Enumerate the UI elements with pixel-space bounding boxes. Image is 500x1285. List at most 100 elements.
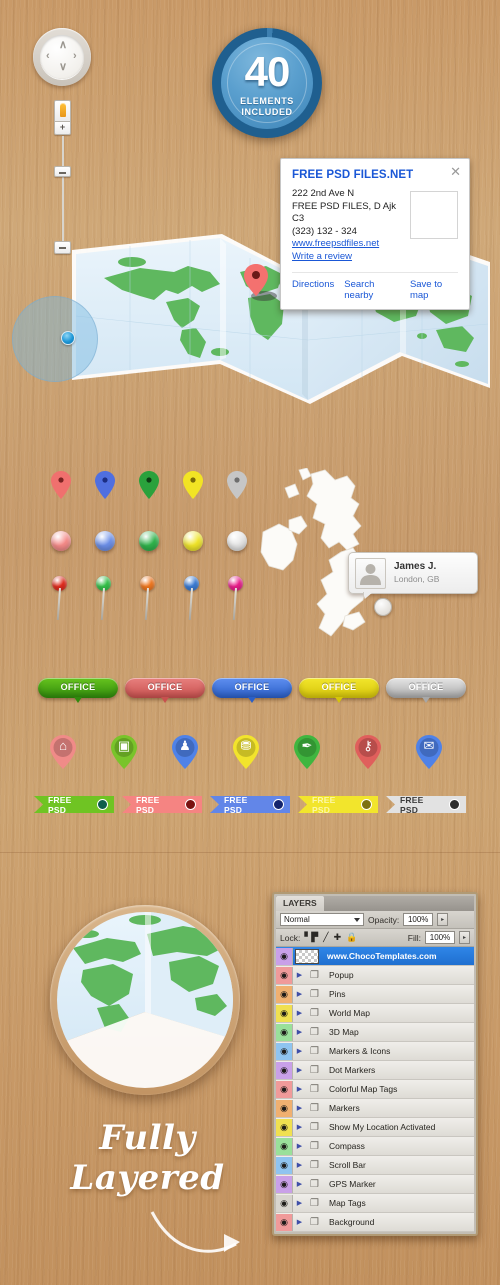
compass-down-icon[interactable]: ∨ bbox=[59, 62, 67, 73]
eye-icon[interactable]: ◉ bbox=[276, 1080, 293, 1098]
marker-user[interactable]: ♟ bbox=[170, 734, 200, 770]
psd-tag-knob-icon[interactable] bbox=[449, 799, 460, 810]
search-nearby-link[interactable]: Search nearby bbox=[344, 279, 400, 301]
pin-green[interactable] bbox=[138, 470, 160, 500]
disclosure-triangle-icon[interactable]: ▶ bbox=[293, 1123, 306, 1131]
layer-row[interactable]: ◉ ▶ ❐ World Map bbox=[276, 1004, 474, 1023]
disclosure-triangle-icon[interactable]: ▶ bbox=[293, 1085, 306, 1093]
opacity-stepper[interactable]: ▸ bbox=[437, 913, 449, 926]
marker-brush[interactable]: ✒ bbox=[292, 734, 322, 770]
eye-icon[interactable]: ◉ bbox=[276, 1118, 293, 1136]
office-button-gray[interactable]: OFFICE bbox=[386, 678, 466, 703]
lock-move-icon[interactable]: ✚ bbox=[334, 932, 342, 943]
user-location-card[interactable]: James J. London, GB bbox=[348, 552, 478, 599]
eye-icon[interactable]: ◉ bbox=[276, 1137, 293, 1155]
eye-icon[interactable]: ◉ bbox=[276, 966, 293, 984]
disclosure-triangle-icon[interactable]: ▶ bbox=[293, 1180, 306, 1188]
eye-icon[interactable]: ◉ bbox=[276, 1175, 293, 1193]
psd-tag-knob-icon[interactable] bbox=[273, 799, 284, 810]
marker-camera[interactable]: ▣ bbox=[109, 734, 139, 770]
eye-icon[interactable]: ◉ bbox=[276, 1004, 293, 1022]
layer-row[interactable]: ◉ ▶ ❐ Map Tags bbox=[276, 1194, 474, 1213]
pin-blue[interactable] bbox=[94, 470, 116, 500]
psd-tag-knob-icon[interactable] bbox=[97, 799, 108, 810]
photoshop-layers-panel[interactable]: LAYERS Normal Opacity: 100% ▸ Lock: ▘▛ ╱… bbox=[272, 892, 478, 1236]
disclosure-triangle-icon[interactable]: ▶ bbox=[293, 1142, 306, 1150]
psd-tag-green[interactable]: FREE PSD bbox=[34, 796, 114, 813]
layer-row[interactable]: ◉ ▶ ❐ Markers & Icons bbox=[276, 1042, 474, 1061]
zoom-slider-control[interactable]: + bbox=[54, 100, 71, 254]
eye-icon[interactable]: ◉ bbox=[276, 985, 293, 1003]
psd-tag-knob-icon[interactable] bbox=[361, 799, 372, 810]
eye-icon[interactable]: ◉ bbox=[276, 1213, 293, 1231]
lock-transparent-icon[interactable]: ▘▛ bbox=[304, 932, 318, 943]
psd-tag-blue[interactable]: FREE PSD bbox=[210, 796, 290, 813]
psd-tag-red[interactable]: FREE PSD bbox=[122, 796, 202, 813]
map-info-window[interactable]: FREE PSD FILES.NET ✕ 222 2nd Ave N FREE … bbox=[280, 158, 470, 310]
eye-icon[interactable]: ◉ bbox=[276, 1194, 293, 1212]
layer-row[interactable]: ◉ ▶ ❐ 3D Map bbox=[276, 1023, 474, 1042]
psd-tag-knob-icon[interactable] bbox=[185, 799, 196, 810]
save-to-map-link[interactable]: Save to map bbox=[410, 279, 458, 301]
disclosure-triangle-icon[interactable]: ▶ bbox=[293, 1218, 306, 1226]
needle-orange[interactable] bbox=[140, 576, 156, 620]
layer-row[interactable]: ◉ www.ChocoTemplates.com bbox=[276, 947, 474, 966]
map-location-pin-icon[interactable] bbox=[240, 260, 280, 306]
layer-row[interactable]: ◉ ▶ ❐ Markers bbox=[276, 1099, 474, 1118]
disclosure-triangle-icon[interactable]: ▶ bbox=[293, 1104, 306, 1112]
zoom-out-button[interactable] bbox=[54, 241, 71, 254]
pegman-icon[interactable] bbox=[54, 100, 71, 121]
lock-all-icon[interactable]: 🔒 bbox=[346, 932, 357, 943]
directions-link[interactable]: Directions bbox=[292, 279, 334, 301]
opacity-input[interactable]: 100% bbox=[403, 913, 434, 926]
marker-cart[interactable]: ⛃ bbox=[231, 734, 261, 770]
dot-green[interactable] bbox=[139, 531, 159, 551]
needle-blue[interactable] bbox=[184, 576, 200, 620]
layer-row[interactable]: ◉ ▶ ❐ Show My Location Activated bbox=[276, 1118, 474, 1137]
layer-row[interactable]: ◉ ▶ ❐ Compass bbox=[276, 1137, 474, 1156]
layer-row[interactable]: ◉ ▶ ❐ Popup bbox=[276, 966, 474, 985]
layer-row[interactable]: ◉ ▶ ❐ Background bbox=[276, 1213, 474, 1232]
layer-row[interactable]: ◉ ▶ ❐ Scroll Bar bbox=[276, 1156, 474, 1175]
website-link[interactable]: www.freepsdfiles.net bbox=[292, 238, 404, 251]
needle-pink[interactable] bbox=[228, 576, 244, 620]
office-button-blue[interactable]: OFFICE bbox=[212, 678, 292, 703]
pin-gray[interactable] bbox=[226, 470, 248, 500]
dot-pink[interactable] bbox=[51, 531, 71, 551]
psd-tag-gray[interactable]: FREE PSD bbox=[386, 796, 466, 813]
lock-brush-icon[interactable]: ╱ bbox=[323, 932, 328, 943]
layer-row[interactable]: ◉ ▶ ❐ GPS Marker bbox=[276, 1175, 474, 1194]
compass-left-icon[interactable]: ‹ bbox=[46, 51, 50, 62]
compass-up-icon[interactable]: ∧ bbox=[59, 40, 67, 51]
marker-key[interactable]: ⚷ bbox=[353, 734, 383, 770]
pin-red[interactable] bbox=[50, 470, 72, 500]
needle-red[interactable] bbox=[52, 576, 68, 620]
office-button-red[interactable]: OFFICE bbox=[125, 678, 205, 703]
write-review-link[interactable]: Write a review bbox=[292, 251, 404, 264]
layer-row[interactable]: ◉ ▶ ❐ Colorful Map Tags bbox=[276, 1080, 474, 1099]
dot-white[interactable] bbox=[227, 531, 247, 551]
eye-icon[interactable]: ◉ bbox=[276, 1061, 293, 1079]
eye-icon[interactable]: ◉ bbox=[276, 1023, 293, 1041]
eye-icon[interactable]: ◉ bbox=[276, 1042, 293, 1060]
blend-mode-select[interactable]: Normal bbox=[280, 913, 364, 926]
marker-home[interactable]: ⌂ bbox=[48, 734, 78, 770]
office-button-yellow[interactable]: OFFICE bbox=[299, 678, 379, 703]
dot-yellow[interactable] bbox=[183, 531, 203, 551]
marker-mail[interactable]: ✉ bbox=[414, 734, 444, 770]
layer-row[interactable]: ◉ ▶ ❐ Dot Markers bbox=[276, 1061, 474, 1080]
tab-layers[interactable]: LAYERS bbox=[276, 896, 324, 911]
fill-input[interactable]: 100% bbox=[425, 931, 455, 944]
psd-tag-yellow[interactable]: FREE PSD bbox=[298, 796, 378, 813]
eye-icon[interactable]: ◉ bbox=[276, 1156, 293, 1174]
disclosure-triangle-icon[interactable]: ▶ bbox=[293, 1047, 306, 1055]
disclosure-triangle-icon[interactable]: ▶ bbox=[293, 1028, 306, 1036]
dot-blue[interactable] bbox=[95, 531, 115, 551]
close-icon[interactable]: ✕ bbox=[450, 165, 461, 178]
chevron-down-icon[interactable] bbox=[354, 918, 360, 922]
eye-icon[interactable]: ◉ bbox=[276, 1099, 293, 1117]
disclosure-triangle-icon[interactable]: ▶ bbox=[293, 1009, 306, 1017]
gps-marker-icon[interactable] bbox=[374, 598, 392, 616]
disclosure-triangle-icon[interactable]: ▶ bbox=[293, 971, 306, 979]
compass-control[interactable]: ∧ ∨ ‹ › bbox=[33, 28, 91, 86]
